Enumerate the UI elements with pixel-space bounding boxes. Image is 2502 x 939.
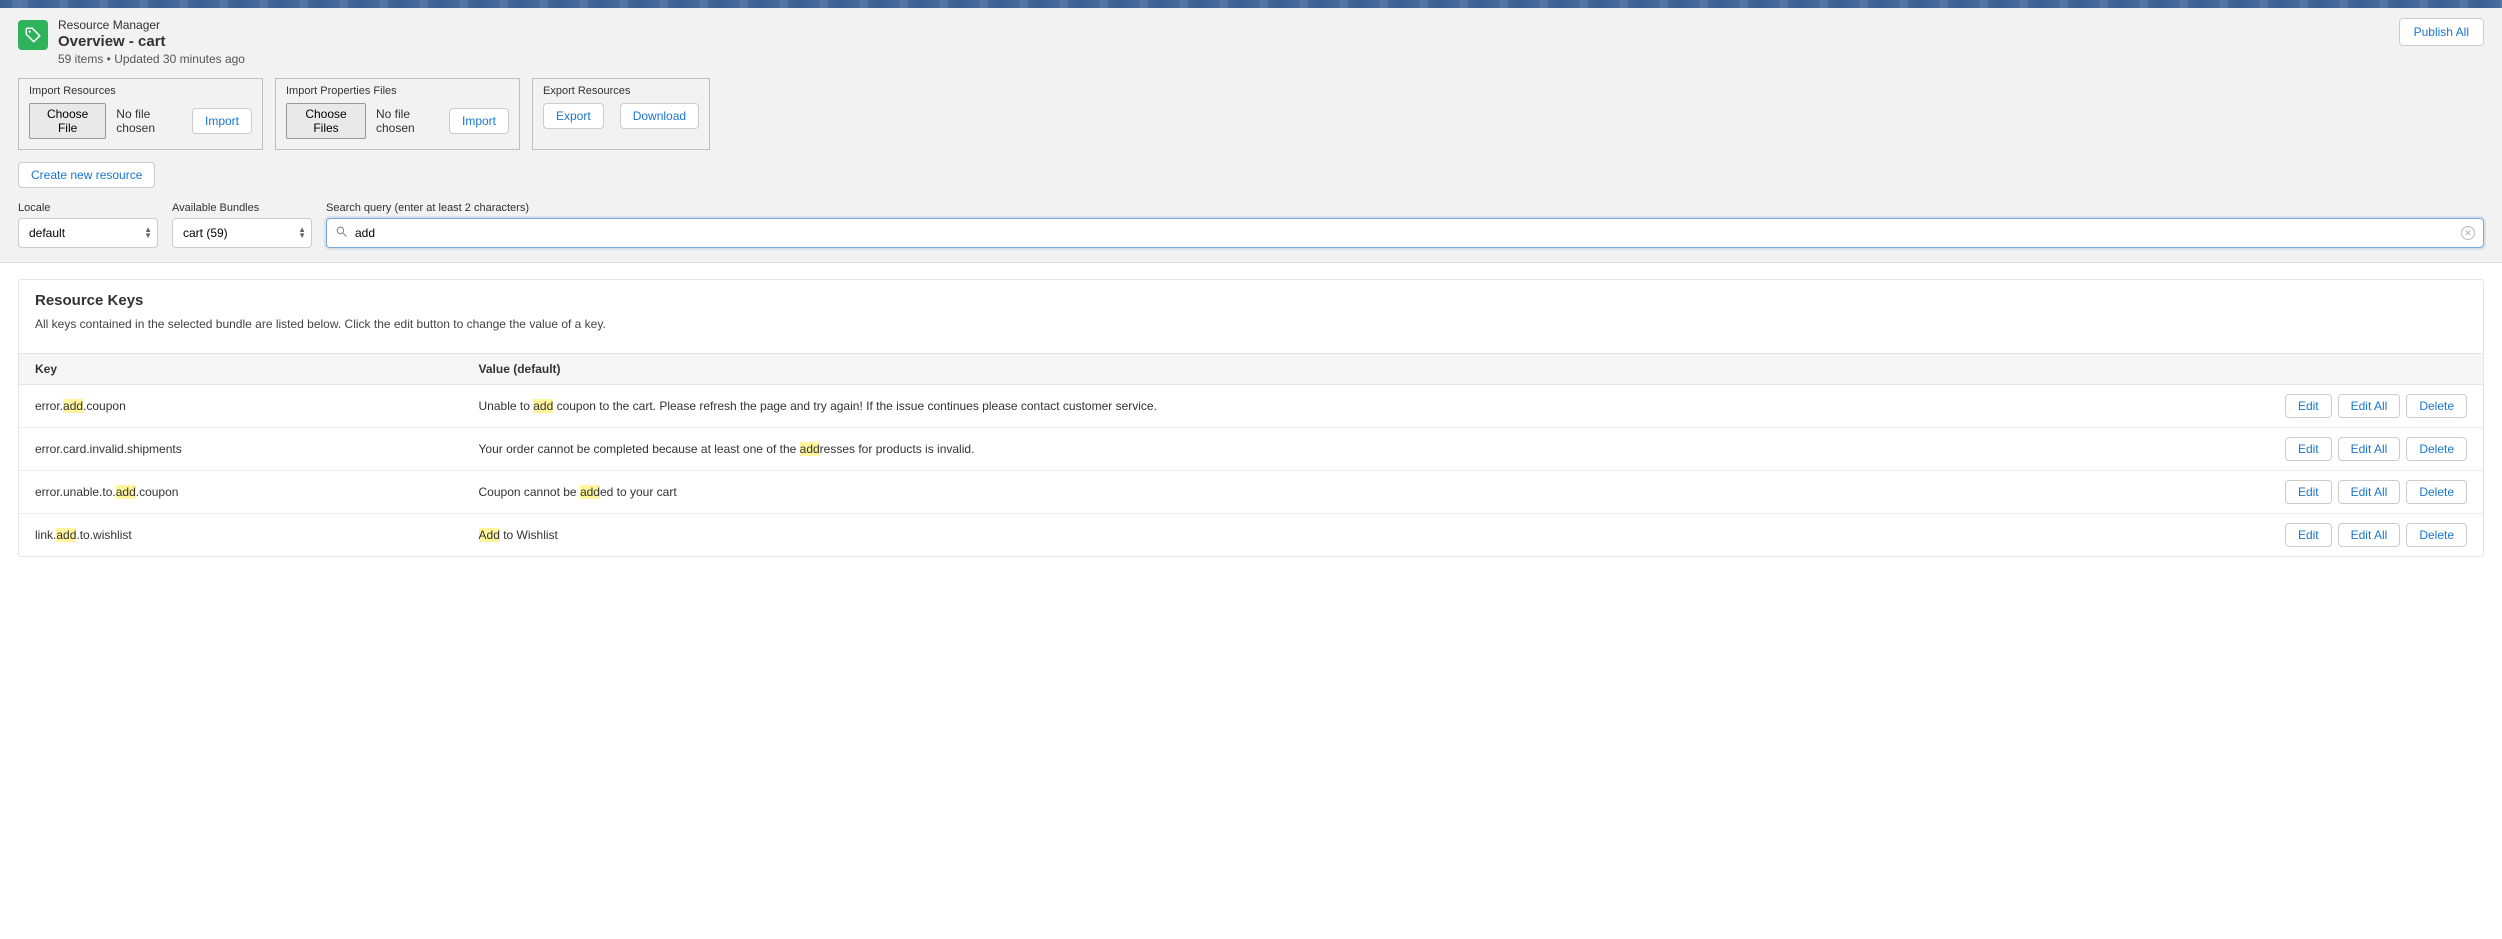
- value-cell: Your order cannot be completed because a…: [463, 428, 2263, 471]
- no-file-label: No file chosen: [116, 107, 182, 135]
- key-cell: error.unable.to.add.coupon: [19, 471, 463, 514]
- key-cell: error.card.invalid.shipments: [19, 428, 463, 471]
- locale-label: Locale: [18, 202, 158, 214]
- edit-button[interactable]: Edit: [2285, 437, 2332, 461]
- key-cell: link.add.to.wishlist: [19, 514, 463, 557]
- import-properties-legend: Import Properties Files: [286, 85, 509, 97]
- delete-button[interactable]: Delete: [2406, 523, 2467, 547]
- publish-all-button[interactable]: Publish All: [2399, 18, 2484, 46]
- search-label: Search query (enter at least 2 character…: [326, 202, 2484, 214]
- export-resources-box: Export Resources Export Download: [532, 78, 710, 150]
- search-input[interactable]: [326, 218, 2484, 248]
- export-button[interactable]: Export: [543, 103, 604, 129]
- table-row: error.add.couponUnable to add coupon to …: [19, 385, 2483, 428]
- page-meta: 59 items • Updated 30 minutes ago: [58, 52, 245, 66]
- edit-all-button[interactable]: Edit All: [2338, 394, 2401, 418]
- locale-select[interactable]: [18, 218, 158, 248]
- table-row: error.card.invalid.shipmentsYour order c…: [19, 428, 2483, 471]
- edit-all-button[interactable]: Edit All: [2338, 480, 2401, 504]
- delete-button[interactable]: Delete: [2406, 437, 2467, 461]
- create-new-resource-button[interactable]: Create new resource: [18, 162, 155, 188]
- import-resources-box: Import Resources Choose File No file cho…: [18, 78, 263, 150]
- resource-keys-title: Resource Keys: [35, 292, 2467, 309]
- export-resources-legend: Export Resources: [543, 85, 699, 97]
- value-cell: Add to Wishlist: [463, 514, 2263, 557]
- choose-file-button[interactable]: Choose File: [29, 103, 106, 139]
- no-file-label-2: No file chosen: [376, 107, 439, 135]
- value-cell: Coupon cannot be added to your cart: [463, 471, 2263, 514]
- import-properties-box: Import Properties Files Choose Files No …: [275, 78, 520, 150]
- col-header-key: Key: [19, 354, 463, 385]
- search-icon: [335, 225, 348, 241]
- edit-all-button[interactable]: Edit All: [2338, 523, 2401, 547]
- edit-button[interactable]: Edit: [2285, 394, 2332, 418]
- import-properties-button[interactable]: Import: [449, 108, 509, 134]
- resource-keys-panel: Resource Keys All keys contained in the …: [18, 279, 2484, 557]
- tag-icon: [18, 20, 48, 50]
- choose-files-button[interactable]: Choose Files: [286, 103, 366, 139]
- edit-button[interactable]: Edit: [2285, 480, 2332, 504]
- page-title: Overview - cart: [58, 33, 245, 50]
- table-row: link.add.to.wishlistAdd to Wishlist EditE…: [19, 514, 2483, 557]
- col-header-value: Value (default): [463, 354, 2263, 385]
- resource-keys-desc: All keys contained in the selected bundl…: [35, 317, 2467, 331]
- bundles-select[interactable]: [172, 218, 312, 248]
- delete-button[interactable]: Delete: [2406, 394, 2467, 418]
- bundles-label: Available Bundles: [172, 202, 312, 214]
- edit-button[interactable]: Edit: [2285, 523, 2332, 547]
- download-button[interactable]: Download: [620, 103, 699, 129]
- import-resources-button[interactable]: Import: [192, 108, 252, 134]
- key-cell: error.add.coupon: [19, 385, 463, 428]
- resource-keys-table: Key Value (default) error.add.couponUnab…: [19, 353, 2483, 556]
- value-cell: Unable to add coupon to the cart. Please…: [463, 385, 2263, 428]
- table-row: error.unable.to.add.couponCoupon cannot …: [19, 471, 2483, 514]
- breadcrumb: Resource Manager: [58, 18, 245, 32]
- edit-all-button[interactable]: Edit All: [2338, 437, 2401, 461]
- clear-search-icon[interactable]: ✕: [2461, 226, 2475, 240]
- header-area: Resource Manager Overview - cart 59 item…: [0, 8, 2502, 263]
- import-resources-legend: Import Resources: [29, 85, 252, 97]
- decorative-topbar: [0, 0, 2502, 8]
- delete-button[interactable]: Delete: [2406, 480, 2467, 504]
